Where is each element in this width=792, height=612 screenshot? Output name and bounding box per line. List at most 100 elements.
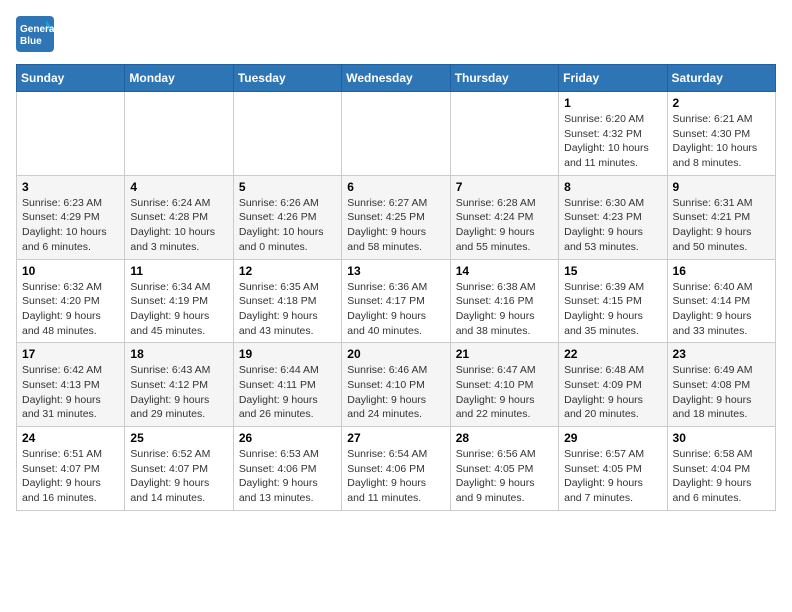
logo: General Blue <box>16 16 60 52</box>
day-info: Sunrise: 6:30 AM Sunset: 4:23 PM Dayligh… <box>564 196 661 255</box>
calendar-cell: 8 Sunrise: 6:30 AM Sunset: 4:23 PM Daylig… <box>559 175 667 259</box>
day-of-week-header: Monday <box>125 65 233 92</box>
day-of-week-header: Thursday <box>450 65 558 92</box>
day-number: 3 <box>22 180 119 194</box>
day-number: 28 <box>456 431 553 445</box>
calendar-cell: 29 Sunrise: 6:57 AM Sunset: 4:05 PM Dayli… <box>559 427 667 511</box>
calendar-table: SundayMondayTuesdayWednesdayThursdayFrid… <box>16 64 776 511</box>
day-info: Sunrise: 6:32 AM Sunset: 4:20 PM Dayligh… <box>22 280 119 339</box>
day-number: 13 <box>347 264 444 278</box>
calendar-cell: 10Sunrise: 6:32 AM Sunset: 4:20 PM Dayli… <box>17 259 125 343</box>
day-number: 27 <box>347 431 444 445</box>
calendar-week-row: 24Sunrise: 6:51 AM Sunset: 4:07 PM Dayli… <box>17 427 776 511</box>
calendar-cell: 19 Sunrise: 6:44 AM Sunset: 4:11 PM Dayli… <box>233 343 341 427</box>
calendar-cell: 26 Sunrise: 6:53 AM Sunset: 4:06 PM Dayli… <box>233 427 341 511</box>
day-info: Sunrise: 6:28 AM Sunset: 4:24 PM Dayligh… <box>456 196 553 255</box>
day-info: Sunrise: 6:40 AM Sunset: 4:14 PM Dayligh… <box>673 280 770 339</box>
day-info: Sunrise: 6:31 AM Sunset: 4:21 PM Dayligh… <box>673 196 770 255</box>
calendar-cell: 3 Sunrise: 6:23 AM Sunset: 4:29 PM Daylig… <box>17 175 125 259</box>
calendar-cell: 28 Sunrise: 6:56 AM Sunset: 4:05 PM Dayli… <box>450 427 558 511</box>
day-number: 4 <box>130 180 227 194</box>
calendar-cell: 6 Sunrise: 6:27 AM Sunset: 4:25 PM Daylig… <box>342 175 450 259</box>
day-number: 26 <box>239 431 336 445</box>
day-of-week-header: Tuesday <box>233 65 341 92</box>
svg-text:General: General <box>20 24 56 35</box>
day-info: Sunrise: 6:57 AM Sunset: 4:05 PM Dayligh… <box>564 447 661 506</box>
day-number: 5 <box>239 180 336 194</box>
day-number: 23 <box>673 347 770 361</box>
calendar-week-row: 10Sunrise: 6:32 AM Sunset: 4:20 PM Dayli… <box>17 259 776 343</box>
day-number: 18 <box>130 347 227 361</box>
logo-icon: General Blue <box>16 16 56 52</box>
calendar-cell <box>125 92 233 176</box>
calendar-cell: 1Sunrise: 6:20 AM Sunset: 4:32 PM Daylig… <box>559 92 667 176</box>
calendar-cell: 30 Sunrise: 6:58 AM Sunset: 4:04 PM Dayli… <box>667 427 775 511</box>
calendar-cell: 20Sunrise: 6:46 AM Sunset: 4:10 PM Dayli… <box>342 343 450 427</box>
calendar-cell <box>450 92 558 176</box>
day-info: Sunrise: 6:47 AM Sunset: 4:10 PM Dayligh… <box>456 363 553 422</box>
calendar-cell: 25 Sunrise: 6:52 AM Sunset: 4:07 PM Dayli… <box>125 427 233 511</box>
day-number: 12 <box>239 264 336 278</box>
day-info: Sunrise: 6:53 AM Sunset: 4:06 PM Dayligh… <box>239 447 336 506</box>
calendar-cell <box>17 92 125 176</box>
day-number: 30 <box>673 431 770 445</box>
calendar-cell: 21 Sunrise: 6:47 AM Sunset: 4:10 PM Dayli… <box>450 343 558 427</box>
day-info: Sunrise: 6:49 AM Sunset: 4:08 PM Dayligh… <box>673 363 770 422</box>
page-header: General Blue <box>16 16 776 52</box>
day-info: Sunrise: 6:56 AM Sunset: 4:05 PM Dayligh… <box>456 447 553 506</box>
day-info: Sunrise: 6:52 AM Sunset: 4:07 PM Dayligh… <box>130 447 227 506</box>
day-info: Sunrise: 6:27 AM Sunset: 4:25 PM Dayligh… <box>347 196 444 255</box>
calendar-cell: 22 Sunrise: 6:48 AM Sunset: 4:09 PM Dayli… <box>559 343 667 427</box>
day-info: Sunrise: 6:34 AM Sunset: 4:19 PM Dayligh… <box>130 280 227 339</box>
calendar-header-row: SundayMondayTuesdayWednesdayThursdayFrid… <box>17 65 776 92</box>
day-number: 9 <box>673 180 770 194</box>
day-number: 6 <box>347 180 444 194</box>
day-info: Sunrise: 6:21 AM Sunset: 4:30 PM Dayligh… <box>673 112 770 171</box>
day-number: 17 <box>22 347 119 361</box>
calendar-cell: 23 Sunrise: 6:49 AM Sunset: 4:08 PM Dayli… <box>667 343 775 427</box>
calendar-cell: 15Sunrise: 6:39 AM Sunset: 4:15 PM Dayli… <box>559 259 667 343</box>
calendar-cell: 16Sunrise: 6:40 AM Sunset: 4:14 PM Dayli… <box>667 259 775 343</box>
calendar-cell: 27 Sunrise: 6:54 AM Sunset: 4:06 PM Dayli… <box>342 427 450 511</box>
calendar-week-row: 17 Sunrise: 6:42 AM Sunset: 4:13 PM Dayli… <box>17 343 776 427</box>
day-info: Sunrise: 6:54 AM Sunset: 4:06 PM Dayligh… <box>347 447 444 506</box>
calendar-cell: 11 Sunrise: 6:34 AM Sunset: 4:19 PM Dayli… <box>125 259 233 343</box>
day-info: Sunrise: 6:43 AM Sunset: 4:12 PM Dayligh… <box>130 363 227 422</box>
day-info: Sunrise: 6:24 AM Sunset: 4:28 PM Dayligh… <box>130 196 227 255</box>
day-number: 2 <box>673 96 770 110</box>
calendar-week-row: 1Sunrise: 6:20 AM Sunset: 4:32 PM Daylig… <box>17 92 776 176</box>
calendar-cell: 24Sunrise: 6:51 AM Sunset: 4:07 PM Dayli… <box>17 427 125 511</box>
day-number: 22 <box>564 347 661 361</box>
day-info: Sunrise: 6:26 AM Sunset: 4:26 PM Dayligh… <box>239 196 336 255</box>
day-number: 20 <box>347 347 444 361</box>
day-number: 21 <box>456 347 553 361</box>
day-number: 19 <box>239 347 336 361</box>
day-number: 29 <box>564 431 661 445</box>
day-number: 1 <box>564 96 661 110</box>
day-info: Sunrise: 6:38 AM Sunset: 4:16 PM Dayligh… <box>456 280 553 339</box>
calendar-cell: 5 Sunrise: 6:26 AM Sunset: 4:26 PM Daylig… <box>233 175 341 259</box>
calendar-cell: 13 Sunrise: 6:36 AM Sunset: 4:17 PM Dayli… <box>342 259 450 343</box>
day-of-week-header: Sunday <box>17 65 125 92</box>
day-info: Sunrise: 6:42 AM Sunset: 4:13 PM Dayligh… <box>22 363 119 422</box>
calendar-cell: 7 Sunrise: 6:28 AM Sunset: 4:24 PM Daylig… <box>450 175 558 259</box>
calendar-cell: 14Sunrise: 6:38 AM Sunset: 4:16 PM Dayli… <box>450 259 558 343</box>
calendar-week-row: 3 Sunrise: 6:23 AM Sunset: 4:29 PM Daylig… <box>17 175 776 259</box>
day-of-week-header: Saturday <box>667 65 775 92</box>
calendar-cell: 2 Sunrise: 6:21 AM Sunset: 4:30 PM Daylig… <box>667 92 775 176</box>
day-number: 11 <box>130 264 227 278</box>
day-info: Sunrise: 6:44 AM Sunset: 4:11 PM Dayligh… <box>239 363 336 422</box>
svg-text:Blue: Blue <box>20 36 42 47</box>
day-number: 7 <box>456 180 553 194</box>
day-info: Sunrise: 6:58 AM Sunset: 4:04 PM Dayligh… <box>673 447 770 506</box>
calendar-cell: 18 Sunrise: 6:43 AM Sunset: 4:12 PM Dayli… <box>125 343 233 427</box>
calendar-cell: 12Sunrise: 6:35 AM Sunset: 4:18 PM Dayli… <box>233 259 341 343</box>
day-number: 25 <box>130 431 227 445</box>
day-info: Sunrise: 6:48 AM Sunset: 4:09 PM Dayligh… <box>564 363 661 422</box>
calendar-cell: 4 Sunrise: 6:24 AM Sunset: 4:28 PM Daylig… <box>125 175 233 259</box>
day-info: Sunrise: 6:23 AM Sunset: 4:29 PM Dayligh… <box>22 196 119 255</box>
day-info: Sunrise: 6:36 AM Sunset: 4:17 PM Dayligh… <box>347 280 444 339</box>
day-number: 8 <box>564 180 661 194</box>
calendar-cell <box>342 92 450 176</box>
day-number: 15 <box>564 264 661 278</box>
